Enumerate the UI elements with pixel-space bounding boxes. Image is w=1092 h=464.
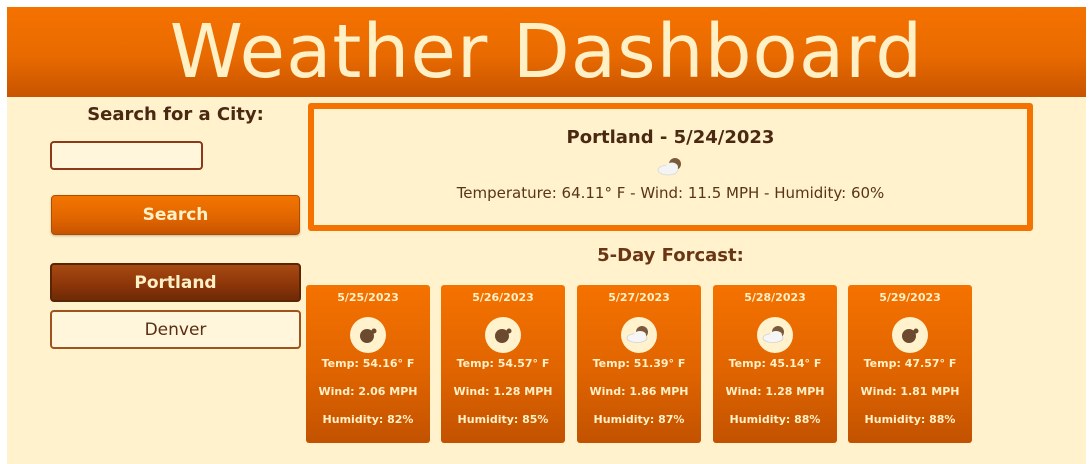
forecast-temp: Temp: 54.57° F — [456, 357, 550, 370]
forecast-humidity: Humidity: 85% — [457, 413, 549, 426]
forecast-temp: Temp: 51.39° F — [592, 357, 686, 370]
forecast-card: 5/28/2023 Temp: 45.14° F Wind: 1.28 MPH … — [713, 285, 837, 443]
forecast-date: 5/28/2023 — [744, 291, 806, 304]
forecast-wind: Wind: 2.06 MPH — [318, 385, 418, 398]
forecast-card: 5/26/2023 Temp: 54.57° F Wind: 1.28 MPH … — [441, 285, 565, 443]
partly-cloudy-icon — [314, 156, 1027, 178]
forecast-wind: Wind: 1.81 MPH — [860, 385, 960, 398]
forecast-temp: Temp: 54.16° F — [321, 357, 415, 370]
forecast-wind: Wind: 1.28 MPH — [453, 385, 553, 398]
current-city-title: Portland - 5/24/2023 — [566, 127, 775, 148]
forecast-humidity: Humidity: 87% — [593, 413, 685, 426]
current-weather-details: Temperature: 64.11° F - Wind: 11.5 MPH -… — [456, 184, 885, 202]
forecast-wind: Wind: 1.28 MPH — [725, 385, 825, 398]
forecast-date: 5/25/2023 — [337, 291, 399, 304]
moon-icon — [485, 317, 521, 353]
forecast-date: 5/26/2023 — [472, 291, 534, 304]
history-button-portland[interactable]: Portland — [50, 263, 301, 302]
forecast-wind: Wind: 1.86 MPH — [589, 385, 689, 398]
forecast-humidity: Humidity: 88% — [864, 413, 956, 426]
forecast-temp: Temp: 45.14° F — [728, 357, 822, 370]
page: Weather Dashboard Search for a City: Sea… — [7, 7, 1086, 464]
search-button[interactable]: Search — [51, 195, 300, 235]
forecast-date: 5/27/2023 — [608, 291, 670, 304]
page-title: Weather Dashboard — [169, 9, 924, 95]
partly-cloudy-icon — [621, 317, 657, 353]
moon-icon — [350, 317, 386, 353]
history-button-denver[interactable]: Denver — [50, 310, 301, 349]
forecast-date: 5/29/2023 — [879, 291, 941, 304]
partly-cloudy-icon — [757, 317, 793, 353]
forecast-humidity: Humidity: 88% — [729, 413, 821, 426]
forecast-humidity: Humidity: 82% — [322, 413, 414, 426]
header-banner: Weather Dashboard — [7, 7, 1086, 97]
forecast-card: 5/27/2023 Temp: 51.39° F Wind: 1.86 MPH … — [577, 285, 701, 443]
forecast-card: 5/25/2023 Temp: 54.16° F Wind: 2.06 MPH … — [306, 285, 430, 443]
forecast-temp: Temp: 47.57° F — [863, 357, 957, 370]
moon-icon — [892, 317, 928, 353]
current-weather-card: Portland - 5/24/2023 Temperature: 64.11°… — [308, 103, 1033, 231]
city-search-input[interactable] — [50, 141, 203, 170]
forecast-title: 5-Day Forcast: — [597, 245, 744, 266]
forecast-card: 5/29/2023 Temp: 47.57° F Wind: 1.81 MPH … — [848, 285, 972, 443]
search-label: Search for a City: — [87, 104, 264, 125]
